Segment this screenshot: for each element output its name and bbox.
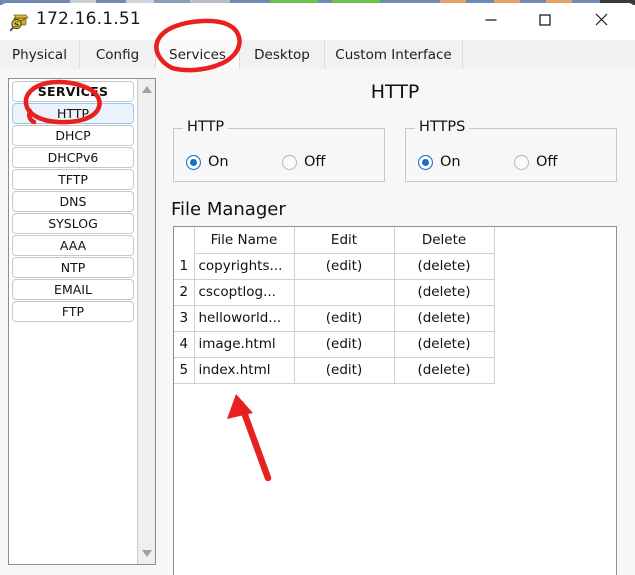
tab-custom-interface[interactable]: Custom Interface (325, 40, 463, 69)
http-off-radio[interactable]: Off (282, 149, 325, 175)
sidebar-item-dhcp[interactable]: DHCP (12, 125, 134, 146)
close-icon (594, 12, 609, 30)
sidebar-item-ntp[interactable]: NTP (12, 257, 134, 278)
window-title: 172.16.1.51 (36, 9, 141, 29)
scroll-up-arrow-icon[interactable] (138, 81, 155, 98)
table-row[interactable]: 3 helloworld... (edit) (delete) (174, 304, 495, 332)
column-header-index (174, 227, 194, 253)
http-on-label: On (208, 154, 229, 170)
tab-services[interactable]: Services (156, 40, 240, 69)
sidebar-item-email[interactable]: EMAIL (12, 279, 134, 300)
table-row[interactable]: 4 image.html (edit) (delete) (174, 330, 495, 358)
device-config-window: S 172.16.1.51 Physical Config Services D… (0, 3, 635, 575)
cell-delete-link[interactable]: (delete) (393, 252, 495, 280)
sidebar-item-ftp[interactable]: FTP (12, 301, 134, 322)
http-group-legend: HTTP (183, 119, 229, 135)
sidebar-item-http[interactable]: HTTP (12, 103, 134, 124)
radio-selected-icon (186, 154, 201, 170)
row-index: 5 (174, 357, 194, 384)
cell-edit-link[interactable]: (edit) (293, 252, 395, 280)
http-group-box: HTTP On Off (173, 119, 385, 182)
services-panel: SERVICES HTTP DHCP DHCPv6 TFTP DNS SYSLO… (8, 78, 156, 565)
radio-unselected-icon (514, 154, 529, 170)
cell-file-name[interactable]: copyrights... (193, 252, 295, 280)
https-group-legend: HTTPS (415, 119, 470, 135)
svg-text:S: S (14, 20, 19, 29)
sidebar-item-syslog[interactable]: SYSLOG (12, 213, 134, 234)
https-on-radio[interactable]: On (418, 149, 461, 175)
column-header-delete: Delete (393, 227, 495, 254)
cell-delete-link[interactable]: (delete) (393, 330, 495, 358)
https-group-box: HTTPS On Off (405, 119, 617, 182)
close-button[interactable] (578, 3, 624, 39)
http-on-radio[interactable]: On (186, 149, 229, 175)
minimize-button[interactable] (468, 3, 514, 39)
scroll-down-arrow-icon[interactable] (138, 545, 155, 562)
radio-unselected-icon (282, 154, 297, 170)
window-body: SERVICES HTTP DHCP DHCPv6 TFTP DNS SYSLO… (0, 69, 635, 575)
sidebar-item-dns[interactable]: DNS (12, 191, 134, 212)
file-manager-table: File Name Edit Delete 1 copyrights... (e… (174, 227, 495, 384)
cell-file-name[interactable]: cscoptlog... (193, 278, 295, 306)
table-row[interactable]: 1 copyrights... (edit) (delete) (174, 252, 495, 280)
window-title-bar: S 172.16.1.51 (0, 3, 635, 40)
minimize-icon (484, 13, 498, 30)
cell-delete-link[interactable]: (delete) (393, 356, 495, 384)
row-index: 2 (174, 279, 194, 306)
sidebar-item-tftp[interactable]: TFTP (12, 169, 134, 190)
column-header-file-name: File Name (193, 227, 295, 254)
cell-file-name[interactable]: index.html (193, 356, 295, 384)
http-radio-row: On Off (174, 149, 384, 175)
row-index: 3 (174, 305, 194, 332)
cell-delete-link[interactable]: (delete) (393, 304, 495, 332)
page-title: HTTP (370, 81, 420, 103)
maximize-button[interactable] (522, 3, 568, 39)
packet-tracer-device-icon: S (9, 12, 30, 32)
https-off-radio[interactable]: Off (514, 149, 557, 175)
tab-config[interactable]: Config (80, 40, 156, 69)
http-off-label: Off (304, 154, 326, 170)
sidebar-item-dhcpv6[interactable]: DHCPv6 (12, 147, 134, 168)
tab-desktop[interactable]: Desktop (240, 40, 325, 69)
table-row[interactable]: 2 cscoptlog... (delete) (174, 278, 495, 306)
https-on-label: On (440, 154, 461, 170)
row-index: 4 (174, 331, 194, 358)
service-content-panel: HTTP HTTP On Off HTTPS On Off File Manag… (165, 69, 635, 575)
services-scrollbar[interactable] (137, 79, 155, 564)
tab-physical[interactable]: Physical (0, 40, 80, 69)
file-manager-title: File Manager (171, 199, 286, 220)
cell-edit-link[interactable]: (edit) (293, 330, 395, 358)
cell-file-name[interactable]: helloworld... (193, 304, 295, 332)
radio-selected-icon (418, 154, 433, 170)
cell-file-name[interactable]: image.html (193, 330, 295, 358)
cell-edit-link[interactable]: (edit) (293, 356, 395, 384)
tab-bar: Physical Config Services Desktop Custom … (0, 40, 635, 70)
https-off-label: Off (536, 154, 558, 170)
file-manager-panel: File Name Edit Delete 1 copyrights... (e… (173, 226, 617, 575)
cell-delete-link[interactable]: (delete) (393, 278, 495, 306)
column-header-edit: Edit (293, 227, 395, 254)
services-list: SERVICES HTTP DHCP DHCPv6 TFTP DNS SYSLO… (9, 79, 137, 564)
cell-edit-link (293, 278, 395, 306)
cell-edit-link[interactable]: (edit) (293, 304, 395, 332)
table-header-row: File Name Edit Delete (174, 227, 495, 254)
row-index: 1 (174, 253, 194, 280)
sidebar-header-services: SERVICES (12, 81, 134, 102)
sidebar-item-aaa[interactable]: AAA (12, 235, 134, 256)
maximize-icon (538, 13, 552, 30)
table-row[interactable]: 5 index.html (edit) (delete) (174, 356, 495, 384)
https-radio-row: On Off (406, 149, 616, 175)
